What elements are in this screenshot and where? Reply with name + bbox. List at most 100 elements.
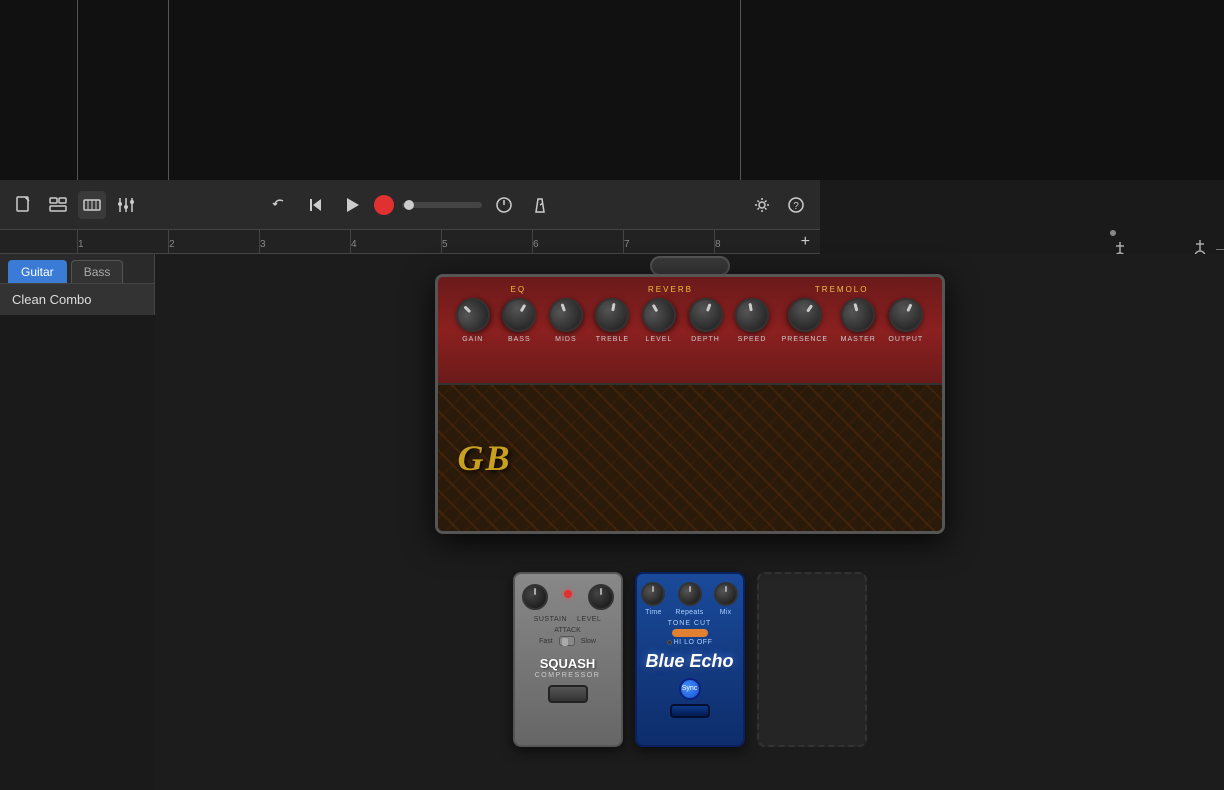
fast-label: Fast (539, 638, 553, 645)
amp-grille: GB (438, 383, 942, 531)
squash-subtitle: COMPRESSOR (535, 672, 601, 679)
hi-dot (667, 640, 672, 645)
echo-knobs-row: Time Repeats Mix (641, 582, 737, 616)
attack-switch-row: Fast Slow (539, 636, 596, 646)
mix-knob[interactable] (714, 582, 738, 606)
ruler-mark-1: 1 (77, 230, 84, 253)
tracks-view-icon[interactable] (44, 191, 72, 219)
amp-controls-panel: EQ REVERB TREMOLO GAIN BASS (438, 277, 942, 387)
squash-name-area: SQUASH COMPRESSOR (535, 656, 601, 679)
count-in-button[interactable] (490, 191, 518, 219)
annotation-line-bot (942, 374, 945, 375)
tone-cut-switch[interactable] (672, 629, 708, 637)
sustain-label: SUSTAIN (534, 616, 567, 623)
ruler-mark-4: 4 (350, 230, 357, 253)
gain-knob[interactable]: GAIN (456, 298, 490, 343)
blue-echo-pedal: Time Repeats Mix TONE CUT HI LO OFF Blue… (635, 572, 745, 747)
ruler-mark-7: 7 (623, 230, 630, 253)
echo-footswitch[interactable] (670, 704, 710, 718)
annotation-line-top (942, 297, 945, 298)
hi-lo-off-label: HI LO OFF (674, 639, 713, 646)
new-document-icon[interactable] (10, 191, 38, 219)
eq-label: EQ (510, 285, 526, 294)
mix-knob-group: Mix (714, 582, 738, 616)
ruler-mark-8: 8 (714, 230, 721, 253)
sync-button[interactable]: Sync (679, 678, 701, 700)
slow-label: Slow (581, 638, 596, 645)
echo-name: Blue Echo (645, 652, 733, 672)
sustain-knob[interactable] (522, 584, 548, 610)
metronome-button[interactable] (526, 191, 554, 219)
led-group (564, 590, 572, 610)
amp-body: EQ REVERB TREMOLO GAIN BASS (435, 274, 945, 534)
add-track-button[interactable]: + (801, 233, 810, 251)
skip-to-start-button[interactable] (302, 191, 330, 219)
compressor-footswitch[interactable] (548, 685, 588, 703)
level-knob[interactable]: LEVEL (642, 298, 676, 343)
compressor-knob-labels: SUSTAIN LEVEL (534, 616, 602, 623)
record-button[interactable] (374, 195, 394, 215)
hi-lo-off-area: HI LO OFF (667, 639, 713, 646)
presence-knob[interactable]: PRESENCE (782, 298, 829, 343)
treble-knob[interactable]: TREBLE (595, 298, 629, 343)
amp-head: EQ REVERB TREMOLO GAIN BASS (435, 274, 945, 554)
bass-knob[interactable]: BASS (502, 298, 536, 343)
reverb-label: REVERB (648, 285, 693, 294)
output-knob[interactable]: OUTPUT (888, 298, 923, 343)
master-knob[interactable]: MASTER (841, 298, 876, 343)
attack-label: ATTACK (554, 627, 581, 634)
ruler-mark-6: 6 (532, 230, 539, 253)
tone-cut-label: TONE CUT (668, 620, 712, 627)
repeats-knob[interactable] (678, 582, 702, 606)
compressor-led (564, 590, 572, 598)
attack-switch[interactable] (559, 636, 575, 646)
time-knob[interactable] (641, 582, 665, 606)
speed-knob[interactable]: SPEED (735, 298, 769, 343)
play-button[interactable] (338, 191, 366, 219)
mixer-icon[interactable] (112, 191, 140, 219)
bass-tab[interactable]: Bass (71, 260, 124, 283)
annotation-line-mid (942, 332, 945, 333)
amp-section-labels: EQ REVERB TREMOLO (450, 285, 930, 294)
squash-name: SQUASH (535, 656, 601, 672)
level-knob-group (588, 584, 614, 610)
repeats-knob-group: Repeats (675, 582, 703, 616)
time-label: Time (645, 609, 662, 616)
tremolo-label: TREMOLO (815, 285, 869, 294)
playback-slider[interactable] (402, 202, 482, 208)
toolbar: ? (0, 180, 820, 230)
depth-knob[interactable]: DEPTH (689, 298, 723, 343)
undo-button[interactable] (266, 191, 294, 219)
level-knob-pedal[interactable] (588, 584, 614, 610)
echo-sync-row: Sync (679, 678, 701, 700)
amp-handle (650, 256, 730, 276)
instrument-panel: Guitar Bass Clean Combo (0, 254, 155, 315)
sustain-knob-group (522, 584, 548, 610)
guitar-tab[interactable]: Guitar (8, 260, 67, 283)
mix-label: Mix (720, 609, 732, 616)
settings-icon[interactable] (748, 191, 776, 219)
pedals-row: SUSTAIN LEVEL ATTACK Fast Slow SQUASH CO… (513, 572, 867, 747)
smart-controls-icon[interactable] (78, 191, 106, 219)
help-icon[interactable]: ? (782, 191, 810, 219)
clean-combo-preset[interactable]: Clean Combo (0, 283, 154, 315)
ruler-mark-5: 5 (441, 230, 448, 253)
ruler-mark-2: 2 (168, 230, 175, 253)
instrument-tab-row: Guitar Bass (0, 254, 154, 283)
top-area (0, 0, 1224, 180)
time-knob-group: Time (641, 582, 665, 616)
indicator-dot (1110, 230, 1116, 236)
repeats-label: Repeats (675, 609, 703, 616)
empty-pedal-slot[interactable] (757, 572, 867, 747)
tuner-line (1216, 249, 1224, 250)
grille-pattern: GB (438, 385, 942, 531)
amp-knobs-row: GAIN BASS MIDS TREBLE (450, 298, 930, 343)
transport-controls (266, 191, 554, 219)
amp-area: EQ REVERB TREMOLO GAIN BASS (155, 254, 1224, 790)
ruler-mark-3: 3 (259, 230, 266, 253)
level-label: LEVEL (577, 616, 601, 623)
squash-compressor-pedal: SUSTAIN LEVEL ATTACK Fast Slow SQUASH CO… (513, 572, 623, 747)
timeline-ruler[interactable]: 1 2 3 4 5 6 7 8 + (0, 230, 820, 254)
mids-knob[interactable]: MIDS (549, 298, 583, 343)
compressor-knobs-row (522, 584, 614, 610)
